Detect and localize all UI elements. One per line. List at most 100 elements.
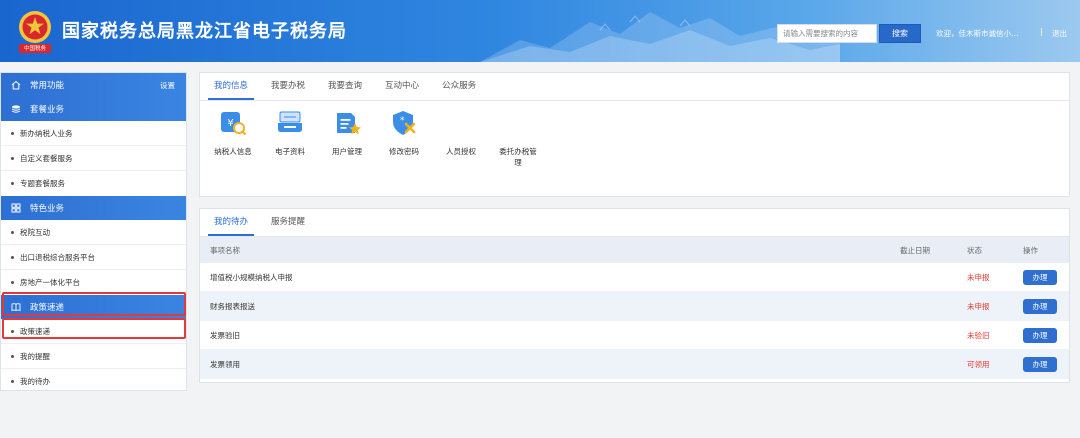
handle-button[interactable]: 办理 [1023,298,1057,314]
taxpayer-info-icon: ¥ [221,112,247,136]
todo-panel: 我的待办 服务提醒 事项名称 截止日期 状态 操作 增值税小规模纳税人申报 未申… [199,208,1070,383]
search-button[interactable]: 搜索 [879,24,921,43]
sidebar-item[interactable]: 自定义套餐服务 [1,146,186,171]
sidebar-section-policy[interactable]: 政策速递 [1,295,186,319]
table-row: 财务报表报送 未申报 办理 [200,292,1069,321]
bullet-icon [11,230,14,234]
sidebar-item-label: 政策速递 [20,326,50,336]
sidebar-item-label: 自定义套餐服务 [20,153,73,163]
staff-authorization-button[interactable]: 人员授权 [432,109,490,157]
icon-label: 纳税人信息 [214,147,252,156]
action-cell: 办理 [1023,321,1057,349]
sidebar-item-label: 房地产一体化平台 [20,278,80,287]
blank-icon-slot [432,109,490,137]
blank-icon-slot [489,109,547,137]
info-icon-grid: ¥ 纳税人信息 电子资料 用户管理 * 修改密码 人员授权 委托办税管理 [200,101,1069,201]
sidebar-item-label: 税院互动 [20,227,50,237]
bullet-icon [11,255,14,259]
tab-interaction-center[interactable]: 互动中心 [379,73,425,100]
change-password-button[interactable]: * 修改密码 [375,109,433,157]
table-row: 增值税小规模纳税人申报 未申报 办理 [200,263,1069,292]
bullet-icon [11,156,14,160]
table-row: 发票验旧 未验旧 办理 [200,321,1069,350]
task-status: 未申报 [967,301,990,311]
entrusted-tax-management-button[interactable]: 委托办税管理 [489,109,547,168]
home-icon [11,80,21,90]
electronic-data-icon [278,111,302,132]
action-cell: 办理 [1023,292,1057,320]
icon-label: 用户管理 [332,147,362,156]
tab-public-service[interactable]: 公众服务 [436,73,482,100]
tab-query[interactable]: 我要查询 [322,73,368,100]
my-info-panel: 我的信息 我要办税 我要查询 互动中心 公众服务 ¥ 纳税人信息 电子资料 用户… [199,72,1070,197]
bullet-icon [11,380,14,383]
sidebar-section-package-business[interactable]: 套餐业务 [1,97,186,121]
header-separator: | [1040,27,1043,36]
logout-link[interactable]: 退出 [1052,28,1067,39]
bullet-icon [11,329,14,333]
electronic-data-button[interactable]: 电子资料 [261,109,319,157]
column-header-name: 事项名称 [210,245,240,255]
bullet-icon [11,354,14,358]
task-name: 增值税小规模纳税人申报 [210,272,293,282]
task-status: 未验旧 [967,330,990,340]
sidebar-item[interactable]: 新办纳税人业务 [1,121,186,146]
sidebar-item[interactable]: 专题套餐服务 [1,171,186,196]
icon-label: 人员授权 [446,147,476,156]
sidebar-item-label: 我的提醒 [20,351,50,361]
site-title: 国家税务总局黑龙江省电子税务局 [62,21,347,42]
task-status: 未申报 [967,272,990,282]
table-row: 发票领用 可领用 办理 [200,350,1069,379]
change-password-icon: * [393,111,416,135]
sidebar-item[interactable]: 出口退税综合服务平台 [1,245,186,270]
task-name: 发票验旧 [210,330,240,340]
search-input[interactable] [777,24,877,43]
sidebar-item[interactable]: 税院互动 [1,220,186,245]
tab-tax-handling[interactable]: 我要办税 [265,73,311,100]
info-tabs: 我的信息 我要办税 我要查询 互动中心 公众服务 [200,73,1069,101]
tab-my-todo[interactable]: 我的待办 [208,209,255,236]
sidebar-item[interactable]: 我的提醒 [1,344,186,369]
todo-tabs: 我的待办 服务提醒 [200,209,1069,237]
sidebar-item-label: 专题套餐服务 [20,179,65,188]
sidebar-section-label: 特色业务 [30,204,65,214]
handle-button[interactable]: 办理 [1023,327,1057,343]
task-status: 可领用 [967,360,990,369]
welcome-text: 欢迎，佳木斯市诚信小… [936,29,1019,38]
column-header-status: 状态 [967,245,982,255]
sidebar-item-policy[interactable]: 政策速递 [1,319,186,344]
sidebar-section-label: 政策速递 [30,303,65,313]
handle-button[interactable]: 办理 [1023,269,1057,285]
task-name: 财务报表报送 [210,301,255,311]
taxpayer-info-button[interactable]: ¥ 纳税人信息 [204,109,262,157]
book-icon [11,302,21,312]
task-name: 发票领用 [210,360,240,369]
tab-my-info[interactable]: 我的信息 [208,73,255,100]
grid-icon [11,203,21,213]
sidebar-item[interactable]: 我的待办 [1,369,186,394]
action-cell: 办理 [1023,350,1057,379]
handle-button[interactable]: 办理 [1023,357,1057,372]
sidebar-section-common-functions[interactable]: 常用功能 设置 [1,73,186,97]
sidebar: 常用功能 设置 套餐业务 新办纳税人业务 自定义套餐服务 专题套餐服务 特色业务… [0,72,187,391]
sidebar-item-label: 出口退税综合服务平台 [20,252,95,262]
sidebar-item-label: 我的待办 [20,377,50,386]
bullet-icon [11,182,14,185]
sidebar-section-special-business[interactable]: 特色业务 [1,196,186,220]
bullet-icon [11,131,14,135]
icon-label: 修改密码 [389,147,419,156]
emblem-caption: 中国税务 [23,46,46,52]
icon-label: 委托办税管理 [499,147,537,167]
bullet-icon [11,281,14,284]
tab-service-reminder[interactable]: 服务提醒 [265,209,311,236]
sidebar-item[interactable]: 房地产一体化平台 [1,270,186,295]
sidebar-section-label: 套餐业务 [30,105,65,115]
sidebar-item-label: 新办纳税人业务 [20,128,73,138]
svg-text:¥: ¥ [227,118,233,129]
settings-link[interactable]: 设置 [160,80,175,91]
column-header-deadline: 截止日期 [900,245,930,255]
table-header: 事项名称 截止日期 状态 操作 [200,237,1069,263]
user-management-button[interactable]: 用户管理 [318,109,376,157]
layers-icon [11,104,21,114]
header-banner: 中国税务 国家税务总局黑龙江省电子税务局 搜索 欢迎，佳木斯市诚信小… | 退出 [0,0,1080,62]
